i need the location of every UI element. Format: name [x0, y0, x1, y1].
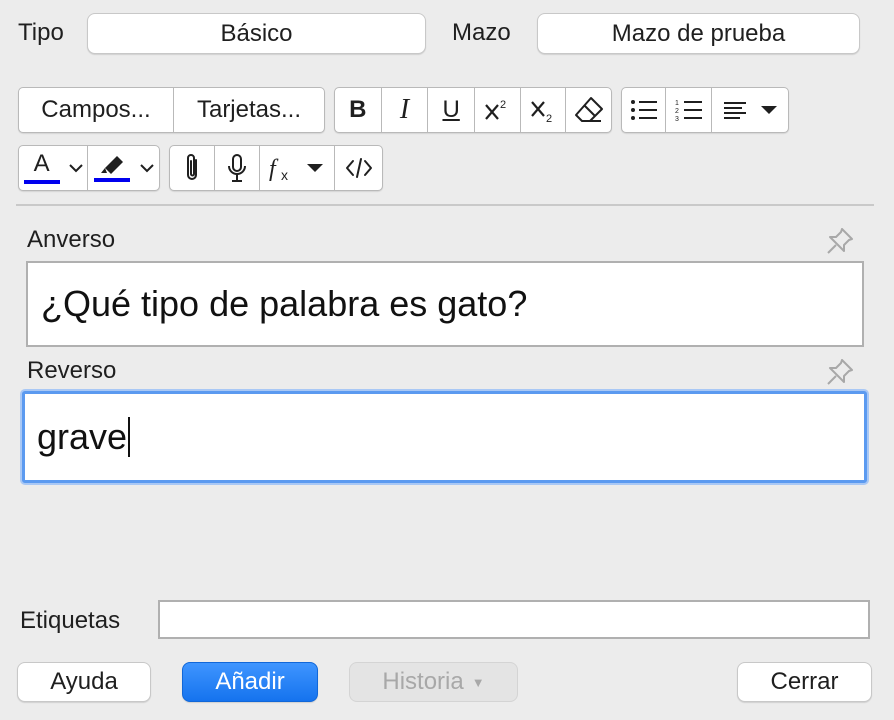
svg-text:3: 3: [675, 116, 679, 123]
svg-text:2: 2: [500, 99, 506, 111]
bullet-list-button[interactable]: [622, 88, 667, 132]
subscript-button[interactable]: 2: [521, 88, 567, 132]
front-field-label: Anverso: [27, 226, 116, 253]
cards-button[interactable]: Tarjetas...: [174, 88, 324, 132]
svg-text:2: 2: [675, 108, 679, 115]
dropdown-triangle-icon: [760, 106, 777, 114]
superscript-icon: 2: [485, 99, 506, 120]
chevron-down-icon: [140, 164, 154, 173]
eraser-icon: [574, 97, 603, 122]
highlight-color-swatch: [93, 178, 130, 182]
attach-button[interactable]: [170, 146, 215, 190]
svg-text:1: 1: [675, 100, 679, 107]
numbered-list-icon: 1 2 3: [675, 100, 702, 123]
tags-label: Etiquetas: [20, 607, 121, 634]
tipo-label: Tipo: [18, 19, 64, 46]
front-field-input[interactable]: ¿Qué tipo de palabra es gato?: [26, 261, 864, 347]
template-button-group: Campos... Tarjetas...: [18, 87, 325, 133]
back-field-text: grave: [37, 416, 128, 457]
highlight-color-button[interactable]: [88, 146, 135, 190]
back-field-input[interactable]: grave: [22, 391, 867, 483]
list-button-group: 1 2 3: [621, 87, 789, 133]
align-icon: [723, 102, 746, 119]
media-button-group: f x: [169, 145, 383, 191]
text-cursor: [128, 417, 131, 457]
align-dropdown-button[interactable]: [712, 88, 788, 132]
add-button[interactable]: Añadir: [182, 662, 318, 702]
mazo-label: Mazo: [452, 19, 511, 46]
chevron-down-icon: [68, 164, 83, 173]
toolbar-divider: [16, 204, 874, 206]
dropdown-triangle-icon: [307, 164, 324, 172]
history-label: Historia: [382, 668, 464, 695]
dropdown-triangle-icon: ▼: [471, 674, 485, 690]
svg-text:x: x: [281, 167, 288, 183]
superscript-button[interactable]: 2: [475, 88, 521, 132]
highlighter-icon: [100, 156, 123, 174]
help-button[interactable]: Ayuda: [17, 662, 151, 702]
font-color-swatch: [23, 180, 60, 184]
paperclip-icon: [186, 154, 197, 180]
numbered-list-button[interactable]: 1 2 3: [666, 88, 712, 132]
back-field-label: Reverso: [27, 357, 117, 384]
function-icon: f x: [269, 156, 288, 183]
svg-text:f: f: [269, 156, 279, 182]
html-editor-button[interactable]: [335, 146, 382, 190]
clear-format-button[interactable]: [566, 88, 611, 132]
format-button-group: B I U 2 2: [334, 87, 612, 133]
font-color-dropdown[interactable]: [64, 146, 89, 190]
highlight-color-dropdown[interactable]: [135, 146, 159, 190]
bold-button[interactable]: B: [335, 88, 382, 132]
underline-button[interactable]: U: [428, 88, 475, 132]
pin-icon[interactable]: [825, 226, 855, 256]
tags-input[interactable]: [158, 600, 870, 639]
note-type-button[interactable]: Básico: [87, 13, 426, 54]
code-icon: [345, 158, 372, 178]
subscript-icon: 2: [531, 101, 552, 124]
equation-dropdown-button[interactable]: f x: [260, 146, 336, 190]
bullet-list-icon: [630, 100, 657, 120]
close-button[interactable]: Cerrar: [737, 662, 872, 702]
color-button-group: A: [18, 145, 160, 191]
front-field-text: ¿Qué tipo de palabra es gato?: [41, 283, 528, 324]
font-color-label: A: [33, 150, 50, 177]
italic-button[interactable]: I: [382, 88, 429, 132]
history-button[interactable]: Historia ▼: [349, 662, 518, 702]
fields-button[interactable]: Campos...: [19, 88, 174, 132]
deck-button[interactable]: Mazo de prueba: [537, 13, 860, 54]
microphone-icon: [227, 154, 246, 182]
svg-text:2: 2: [546, 113, 552, 124]
record-audio-button[interactable]: [215, 146, 261, 190]
font-color-button[interactable]: A: [19, 146, 64, 190]
pin-icon[interactable]: [825, 357, 855, 387]
